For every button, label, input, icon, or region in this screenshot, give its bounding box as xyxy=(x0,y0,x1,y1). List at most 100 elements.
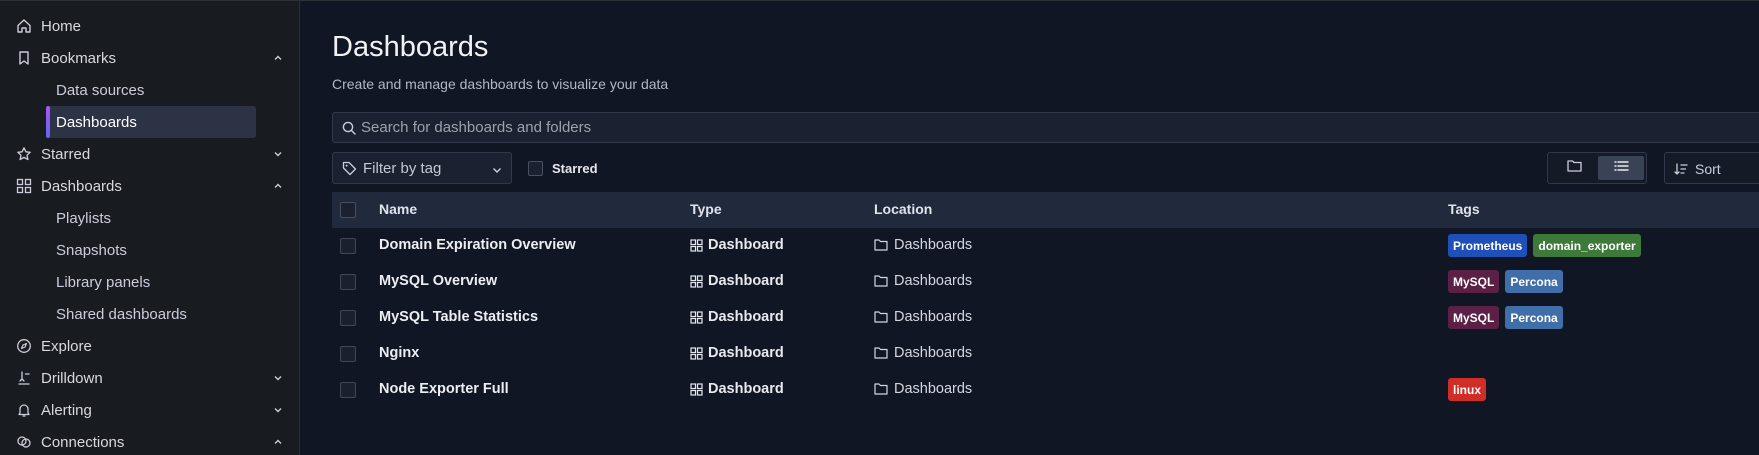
dashboard-location[interactable]: Dashboards xyxy=(874,381,972,397)
nav-label-shared-dashboards: Shared dashboards xyxy=(56,305,187,323)
dashboard-name-link[interactable]: MySQL Overview xyxy=(379,273,497,289)
nav-item-drilldown[interactable]: Drilldown xyxy=(0,362,300,394)
tag-list: MySQL Percona xyxy=(1448,306,1563,329)
chevron-down-icon[interactable] xyxy=(272,148,284,160)
nav-label-dashboards-bookmark: Dashboards xyxy=(56,113,137,131)
tag-list: linux xyxy=(1448,378,1487,401)
nav-label-snapshots: Snapshots xyxy=(56,241,127,259)
row-checkbox[interactable] xyxy=(340,346,356,362)
sort-select[interactable]: Sort xyxy=(1664,152,1759,184)
column-header-location[interactable]: Location xyxy=(874,201,932,217)
dashboard-location-label: Dashboards xyxy=(894,381,973,397)
table-row[interactable]: MySQL Overview Dashboard Dashboards MySQL Pe… xyxy=(332,264,1759,300)
chevron-down-icon[interactable] xyxy=(272,404,284,416)
folder-icon xyxy=(874,382,888,396)
dashboard-type: Dashboard xyxy=(690,345,784,361)
tag-badge[interactable]: Prometheus xyxy=(1448,234,1528,257)
chevron-down-icon xyxy=(491,163,503,175)
starred-checkbox[interactable] xyxy=(528,161,543,176)
dashboard-type-label: Dashboard xyxy=(708,345,784,361)
nav-item-alerting[interactable]: Alerting xyxy=(0,394,300,426)
page-subtitle: Create and manage dashboards to visualiz… xyxy=(332,76,669,92)
nav-label-playlists: Playlists xyxy=(56,209,112,227)
tag-badge[interactable]: linux xyxy=(1448,378,1487,401)
nav-label-explore: Explore xyxy=(41,337,92,355)
filter-by-tag-select[interactable]: Filter by tag xyxy=(332,152,512,184)
tag-list: MySQL Percona xyxy=(1448,270,1563,293)
table-row[interactable]: MySQL Table Statistics Dashboard Dashboard… xyxy=(332,300,1759,336)
dashboard-location[interactable]: Dashboards xyxy=(874,237,972,253)
main-content: Dashboards Create and manage dashboards … xyxy=(300,0,1759,455)
folder-icon xyxy=(1566,159,1582,177)
nav-sub-shared-dashboards[interactable]: Shared dashboards xyxy=(46,298,256,330)
bookmark-icon xyxy=(16,50,32,66)
chevron-up-icon[interactable] xyxy=(272,436,284,448)
starred-label: Starred xyxy=(552,161,598,176)
folder-icon xyxy=(874,274,888,288)
nav-item-explore[interactable]: Explore xyxy=(0,330,300,362)
apps-icon xyxy=(690,274,703,288)
dashboard-location-label: Dashboards xyxy=(894,345,973,361)
home-icon xyxy=(16,18,32,34)
nav-label-connections: Connections xyxy=(41,433,125,451)
dashboard-name-link[interactable]: Domain Expiration Overview xyxy=(379,237,576,253)
tag-list: Prometheus domain_exporter xyxy=(1448,234,1641,257)
dashboard-location[interactable]: Dashboards xyxy=(874,345,972,361)
apps-icon xyxy=(690,310,703,324)
nav-sub-library-panels[interactable]: Library panels xyxy=(46,266,256,298)
apps-icon xyxy=(690,382,703,396)
tag-badge[interactable]: MySQL xyxy=(1448,270,1500,293)
nav-sub-snapshots[interactable]: Snapshots xyxy=(46,234,256,266)
dashboard-location[interactable]: Dashboards xyxy=(874,273,972,289)
nav-sub-playlists[interactable]: Playlists xyxy=(46,202,256,234)
table-row[interactable]: Domain Expiration Overview Dashboard Dashb… xyxy=(332,228,1759,264)
chevron-down-icon[interactable] xyxy=(272,372,284,384)
bell-icon xyxy=(16,402,32,418)
column-header-name[interactable]: Name xyxy=(379,201,417,217)
nav-item-starred[interactable]: Starred xyxy=(0,138,300,170)
nav-label-home: Home xyxy=(41,17,82,35)
nav-item-bookmarks[interactable]: Bookmarks xyxy=(0,42,300,74)
row-checkbox[interactable] xyxy=(340,310,356,326)
tag-badge[interactable]: domain_exporter xyxy=(1533,234,1641,257)
nav-item-home[interactable]: Home xyxy=(0,10,300,42)
apps-icon xyxy=(690,346,703,360)
table-header: Name Type Location Tags xyxy=(332,192,1759,228)
list-view-button[interactable] xyxy=(1598,156,1644,180)
dashboard-type: Dashboard xyxy=(690,237,784,253)
apps-icon xyxy=(16,178,32,194)
nav-sub-data-sources[interactable]: Data sources xyxy=(46,74,256,106)
dashboard-type-label: Dashboard xyxy=(708,237,784,253)
row-checkbox[interactable] xyxy=(340,238,356,254)
dashboard-name-link[interactable]: Node Exporter Full xyxy=(379,381,509,397)
tag-badge[interactable]: MySQL xyxy=(1448,306,1500,329)
folder-view-button[interactable] xyxy=(1551,156,1597,180)
nav-label-data-sources: Data sources xyxy=(56,81,145,99)
nav-item-dashboards[interactable]: Dashboards xyxy=(0,170,300,202)
dashboard-type-label: Dashboard xyxy=(708,309,784,325)
select-all-checkbox[interactable] xyxy=(340,202,356,218)
dashboard-location[interactable]: Dashboards xyxy=(874,309,972,325)
row-checkbox[interactable] xyxy=(340,274,356,290)
sort-label: Sort xyxy=(1695,161,1721,177)
dashboard-name-link[interactable]: MySQL Table Statistics xyxy=(379,309,538,325)
row-checkbox[interactable] xyxy=(340,382,356,398)
nav-item-connections[interactable]: Connections xyxy=(0,426,300,455)
compass-icon xyxy=(16,338,32,354)
sort-icon xyxy=(1674,162,1688,176)
column-header-tags[interactable]: Tags xyxy=(1448,201,1480,217)
dashboard-name-link[interactable]: Nginx xyxy=(379,345,419,361)
search-input[interactable] xyxy=(361,113,1751,142)
tag-badge[interactable]: Percona xyxy=(1505,270,1563,293)
nav-sub-dashboards-bookmark[interactable]: Dashboards xyxy=(46,106,256,138)
table-row[interactable]: Node Exporter Full Dashboard Dashboards lin… xyxy=(332,372,1759,408)
chevron-up-icon[interactable] xyxy=(272,180,284,192)
table-row[interactable]: Nginx Dashboard Dashboards xyxy=(332,336,1759,372)
view-toggle xyxy=(1547,152,1647,184)
chevron-up-icon[interactable] xyxy=(272,52,284,64)
column-header-type[interactable]: Type xyxy=(690,201,722,217)
plug-icon xyxy=(16,434,32,450)
tag-badge[interactable]: Percona xyxy=(1505,306,1563,329)
apps-icon xyxy=(690,238,703,252)
dashboard-location-label: Dashboards xyxy=(894,237,973,253)
